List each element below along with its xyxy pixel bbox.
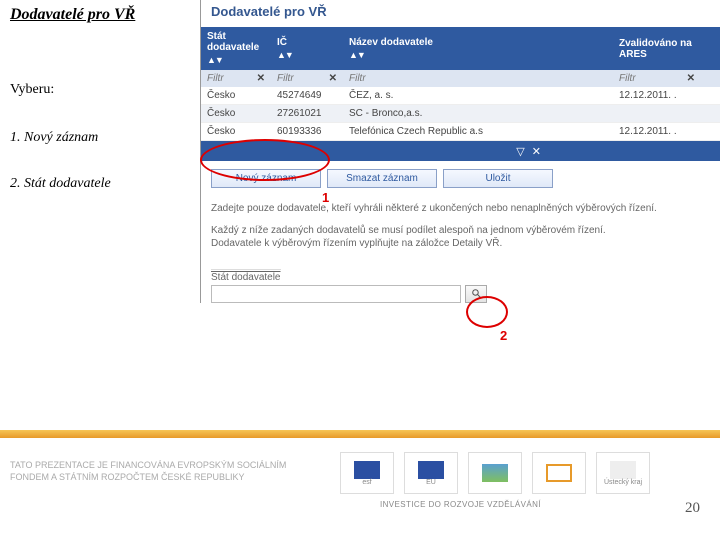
info-line-3: Dodavatele k výběrovým řízením vyplňujte… [211,237,706,251]
stat-dodavatele-input[interactable] [211,285,461,303]
filter-row: Filtr ✕ Filtr ✕ Filtr Filtr ✕ [201,70,720,87]
field-block: Stát dodavatele [201,251,720,303]
clear-filter-icon[interactable]: ✕ [329,73,337,84]
divider-bar [0,430,720,438]
cell-zvalid: 12.12.2011. . [613,87,701,104]
cell-spacer [553,93,613,99]
sort-icons[interactable]: ▲▼ [277,50,293,60]
table-footer: ▽ ✕ [201,141,720,161]
info-text: Zadejte pouze dodavatele, kteří vyhráli … [201,188,720,251]
filter-funnel-icon[interactable]: ▽ ✕ [343,145,553,158]
annotation-number-1: 1 [322,190,329,205]
filter-spacer [553,76,613,82]
save-button[interactable]: Uložit [443,169,553,188]
filter-nazev[interactable]: Filtr [343,70,553,87]
sort-icons[interactable]: ▲▼ [207,55,223,65]
panel-title: Dodavatelé pro VŘ [201,0,720,27]
annotation-number-2: 2 [500,328,507,343]
col-nazev[interactable]: Název dodavatele ▲▼ [343,33,553,65]
col-spacer [553,45,613,53]
filter-ic[interactable]: Filtr ✕ [271,70,343,87]
slide-step-1: 1. Nový záznam [10,130,190,146]
filter-label: Filtr [349,73,366,84]
footer-funding-text: TATO PREZENTACE JE FINANCOVÁNA EVROPSKÝM… [10,460,286,483]
footer-logos: esf EU Ústecký kraj [340,452,650,494]
cell-nazev: SC - Bronco,a.s. [343,105,553,122]
footer-line-1: TATO PREZENTACE JE FINANCOVÁNA EVROPSKÝM… [10,460,286,472]
cell-stat: Česko [201,123,271,140]
eu-logo: EU [404,452,458,494]
col-ic-label: IČ [277,37,287,48]
col-stat[interactable]: Stát dodavatele ▲▼ [201,27,271,70]
esf-logo: esf [340,452,394,494]
slide-vyberu: Vyberu: [10,80,190,100]
magnifier-icon [471,288,482,299]
new-record-button[interactable]: Nový záznam [211,169,321,188]
clear-filter-icon[interactable]: ✕ [257,73,265,84]
col-stat-label: Stát dodavatele [207,31,259,53]
filter-label: Filtr [277,73,294,84]
col-ic[interactable]: IČ ▲▼ [271,33,343,65]
footer-line-2: FONDEM A STÁTNÍM ROZPOČTEM ČESKÉ REPUBLI… [10,472,286,484]
opvk-logo [532,452,586,494]
cell-ic: 27261021 [271,105,343,122]
cell-ic: 60193336 [271,123,343,140]
cell-spacer [553,111,613,117]
footer-caption: INVESTICE DO ROZVOJE VZDĚLÁVÁNÍ [380,500,541,509]
clear-filter-icon[interactable]: ✕ [687,73,695,84]
col-nazev-label: Název dodavatele [349,37,433,48]
slide-left-column: Dodavatelé pro VŘ Vyberu: 1. Nový záznam… [0,0,200,198]
cell-stat: Česko [201,105,271,122]
col-zvalid[interactable]: Zvalidováno na ARES [613,34,701,64]
field-label: Stát dodavatele [211,269,281,283]
slide-title: Dodavatelé pro VŘ [10,6,190,24]
table-row[interactable]: Česko 27261021 SC - Bronco,a.s. [201,105,720,123]
cell-zvalid: 12.12.2011. . [613,123,701,140]
filter-stat[interactable]: Filtr ✕ [201,70,271,87]
page-number: 20 [685,500,700,517]
table-row[interactable]: Česko 45274649 ČEZ, a. s. 12.12.2011. . [201,87,720,105]
filter-zvalid[interactable]: Filtr ✕ [613,70,701,87]
lookup-button[interactable] [465,285,487,303]
msmt-logo [468,452,522,494]
cell-zvalid [613,111,701,117]
cell-nazev: Telefónica Czech Republic a.s [343,123,553,140]
button-bar: Nový záznam Smazat záznam Uložit [201,161,720,188]
table-header: Stát dodavatele ▲▼ IČ ▲▼ Název dodavatel… [201,27,720,70]
cell-stat: Česko [201,87,271,104]
app-panel: Dodavatelé pro VŘ Stát dodavatele ▲▼ IČ … [200,0,720,303]
delete-record-button[interactable]: Smazat záznam [327,169,437,188]
info-line-1: Zadejte pouze dodavatele, kteří vyhráli … [211,202,706,216]
cell-nazev: ČEZ, a. s. [343,87,553,104]
slide-step-2: 2. Stát dodavatele [10,176,190,192]
ustecky-kraj-logo: Ústecký kraj [596,452,650,494]
cell-ic: 45274649 [271,87,343,104]
filter-label: Filtr [207,73,224,84]
filter-label: Filtr [619,73,636,84]
col-zvalid-label: Zvalidováno na ARES [619,38,692,60]
cell-spacer [553,129,613,135]
table-row[interactable]: Česko 60193336 Telefónica Czech Republic… [201,123,720,141]
info-line-2: Každý z níže zadaných dodavatelů se musí… [211,224,706,238]
sort-icons[interactable]: ▲▼ [349,50,365,60]
